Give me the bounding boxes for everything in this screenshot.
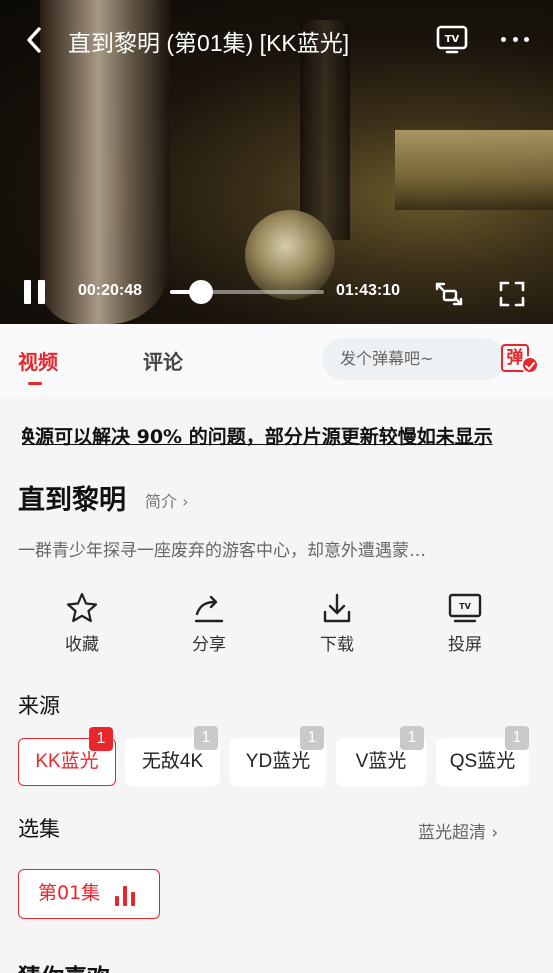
svg-text:TV: TV (445, 34, 460, 45)
intro-link[interactable]: 简介 › (145, 488, 189, 512)
source-badge: 1 (505, 726, 529, 750)
source-chip-kk[interactable]: KK蓝光 1 (18, 727, 116, 786)
notice-text: 换源可以解决 90% 的问题，部分片源更新较慢如未显示 (22, 426, 493, 448)
check-icon (521, 356, 539, 374)
playing-equalizer-icon (115, 884, 141, 906)
danmaku-input[interactable]: 发个弹幕吧~ (322, 338, 506, 380)
tab-active-indicator (28, 382, 42, 385)
source-title: 来源 (18, 694, 60, 718)
video-player[interactable]: 直到黎明 (第01集) [KK蓝光] TV 00:20:48 01:43:10 (0, 0, 553, 324)
cast-label: 投屏 (448, 635, 482, 655)
tabs-bar: 视频 评论 发个弹幕吧~ 弹 (0, 324, 553, 396)
video-frame-console (395, 130, 553, 210)
svg-text:TV: TV (459, 602, 471, 611)
source-chip-qs[interactable]: QS蓝光 1 (436, 726, 529, 786)
player-controls: 00:20:48 01:43:10 (0, 272, 553, 314)
source-chip-label: QS蓝光 (449, 751, 516, 772)
favorite-button[interactable]: 收藏 (42, 590, 122, 655)
progress-thumb[interactable] (188, 280, 213, 304)
source-chip-v[interactable]: V蓝光 1 (336, 726, 426, 786)
source-badge: 1 (89, 727, 113, 751)
pause-icon[interactable] (24, 280, 48, 306)
source-chip-wudi[interactable]: 无敌4K 1 (125, 726, 220, 786)
star-icon (66, 592, 98, 623)
source-chip-yd[interactable]: YD蓝光 1 (230, 726, 326, 786)
source-chip-label: YD蓝光 (245, 751, 311, 772)
more-icon[interactable] (497, 24, 533, 54)
favorite-label: 收藏 (65, 635, 99, 655)
episode-chip[interactable]: 第01集 (18, 869, 160, 919)
tab-video-label: 视频 (18, 350, 58, 374)
rotate-icon[interactable] (434, 280, 464, 308)
source-badge: 1 (300, 726, 324, 750)
download-button[interactable]: 下载 (297, 590, 377, 655)
source-badge: 1 (400, 726, 424, 750)
back-icon[interactable] (20, 24, 48, 56)
action-bar: 收藏 分享 下载 TV 投屏 (0, 590, 553, 662)
notice-banner: 换源可以解决 90% 的问题，部分片源更新较慢如未显示 (0, 396, 553, 474)
share-label: 分享 (192, 635, 226, 655)
tab-video[interactable]: 视频 (18, 346, 58, 385)
cast-button[interactable]: TV 投屏 (425, 590, 505, 655)
source-chip-label: V蓝光 (355, 751, 407, 772)
show-title: 直到黎明 (18, 485, 126, 516)
danmaku-toggle[interactable]: 弹 (499, 342, 539, 376)
tv-cast-icon[interactable]: TV (436, 24, 468, 54)
share-icon (194, 595, 224, 623)
download-icon (323, 593, 351, 623)
source-chip-label: 无敌4K (141, 751, 204, 772)
episodes-title: 选集 (18, 817, 60, 841)
tab-comment[interactable]: 评论 (143, 346, 183, 375)
source-badge: 1 (194, 726, 218, 750)
tv-icon: TV (448, 593, 482, 623)
show-description[interactable]: 一群青少年探寻一座废弃的游客中心，却意外遭遇蒙… (18, 536, 538, 561)
total-time: 01:43:10 (336, 282, 401, 299)
video-title: 直到黎明 (第01集) [KK蓝光] (68, 30, 350, 56)
progress-bar[interactable] (170, 280, 324, 304)
player-top-bar: 直到黎明 (第01集) [KK蓝光] TV (0, 0, 553, 80)
current-time: 00:20:48 (78, 282, 143, 299)
source-chip-label: KK蓝光 (35, 751, 99, 772)
fullscreen-icon[interactable] (498, 280, 526, 308)
quality-selector[interactable]: 蓝光超清 › (418, 818, 498, 843)
episode-label: 第01集 (38, 882, 101, 904)
share-button[interactable]: 分享 (169, 590, 249, 655)
download-label: 下载 (320, 635, 354, 655)
recommend-title: 猜你喜欢 (18, 958, 110, 973)
